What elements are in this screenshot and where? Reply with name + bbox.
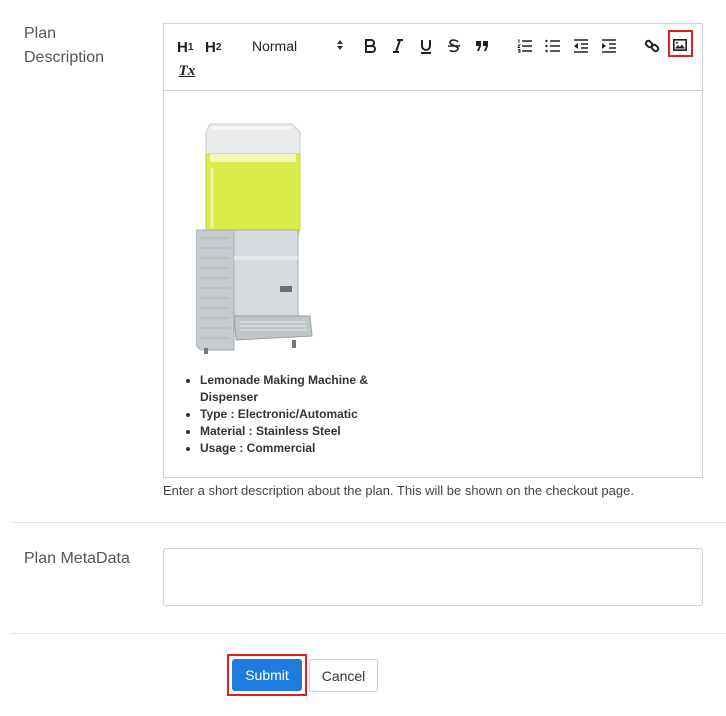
italic-icon — [393, 39, 403, 53]
divider — [10, 522, 726, 523]
ordered-list-button[interactable] — [517, 36, 533, 56]
blockquote-button[interactable] — [475, 36, 489, 56]
header2-button[interactable]: H2 — [205, 37, 221, 57]
editor-toolbar: H1 H2 Normal Tx — [163, 23, 703, 91]
list-item: Lemonade Making Machine & Dispenser — [200, 372, 384, 406]
lemonade-dispenser-image — [196, 123, 313, 354]
editor-content[interactable]: Lemonade Making Machine & Dispenser Type… — [163, 90, 703, 478]
bold-icon — [365, 39, 376, 53]
blockquote-icon — [476, 41, 488, 51]
underline-button[interactable] — [419, 36, 433, 56]
header1-sub: 1 — [187, 41, 194, 53]
strike-icon — [448, 39, 460, 53]
select-arrows-icon — [336, 38, 344, 54]
underline-icon — [421, 39, 431, 54]
header2-label: H — [205, 38, 216, 56]
header1-label: H — [177, 38, 188, 56]
outdent-icon — [574, 39, 588, 53]
header1-button[interactable]: H1 — [177, 37, 193, 57]
plan-description-label-line1: Plan — [24, 25, 57, 42]
format-select-value: Normal — [252, 38, 298, 54]
ordered-list-icon — [517, 39, 532, 53]
bullet-list-icon — [545, 39, 560, 53]
bullet-list-button[interactable] — [545, 36, 561, 56]
plan-description-label-line2: Description — [24, 49, 105, 66]
link-button[interactable] — [644, 36, 660, 56]
plan-metadata-label: Plan MetaData — [24, 550, 130, 567]
outdent-button[interactable] — [573, 36, 589, 56]
cancel-button[interactable]: Cancel — [309, 659, 378, 692]
clear-format-icon: Tx — [178, 62, 196, 79]
submit-button[interactable]: Submit — [232, 659, 302, 691]
indent-button[interactable] — [601, 36, 617, 56]
clear-format-button[interactable]: Tx — [178, 61, 196, 81]
list-item: Usage : Commercial — [200, 440, 384, 457]
divider — [10, 633, 726, 634]
plan-description-hint: Enter a short description about the plan… — [163, 483, 634, 498]
plan-description-label: Plan Description — [24, 22, 104, 70]
italic-button[interactable] — [391, 36, 405, 56]
format-select[interactable]: Normal — [252, 35, 344, 57]
list-item: Type : Electronic/Automatic — [200, 406, 384, 423]
header2-sub: 2 — [215, 41, 222, 53]
link-icon — [644, 39, 660, 53]
indent-icon — [602, 39, 616, 53]
strike-button[interactable] — [447, 36, 461, 56]
description-bullet-list: Lemonade Making Machine & Dispenser Type… — [184, 372, 384, 457]
image-button-highlight — [668, 30, 693, 57]
bold-button[interactable] — [363, 36, 377, 56]
list-item: Material : Stainless Steel — [200, 423, 384, 440]
plan-metadata-input[interactable] — [163, 548, 703, 606]
